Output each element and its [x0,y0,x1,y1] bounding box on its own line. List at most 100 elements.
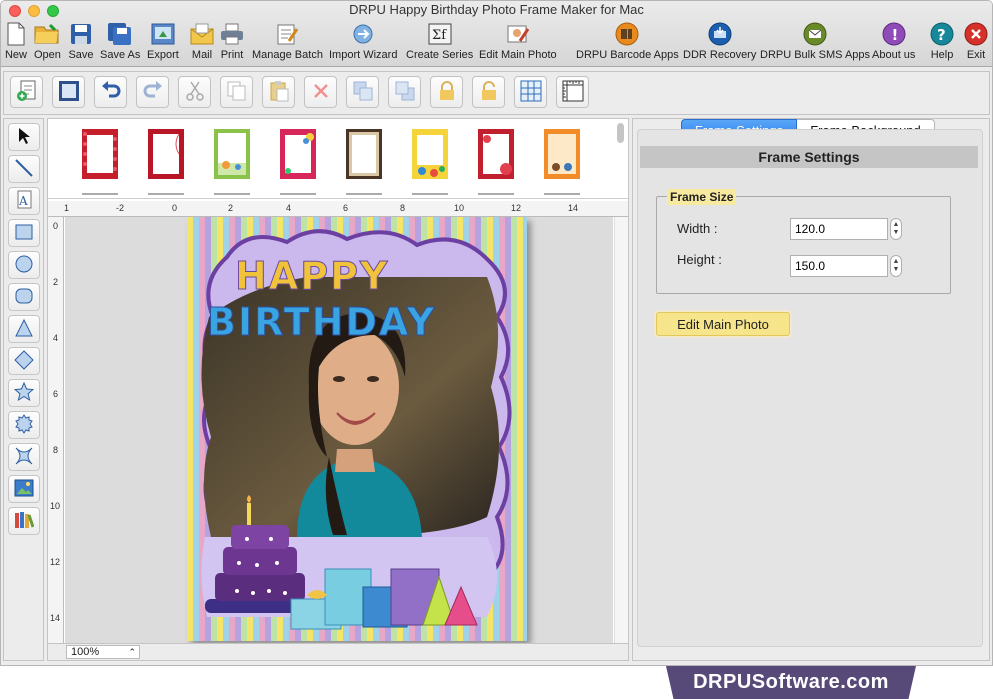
paste-button[interactable] [262,76,295,108]
frame-view-button[interactable] [52,76,85,108]
thumbnail-divider [412,193,448,195]
ellipse-tool[interactable] [8,251,40,279]
pointer-icon [16,127,32,148]
save-as-button[interactable]: Save As [100,21,140,65]
bulk-sms-apps-button[interactable]: DRPU Bulk SMS Apps [760,21,870,65]
ellipse-icon [14,254,34,277]
frame-icon [58,80,80,105]
frame-template-thumbnail[interactable] [544,129,580,179]
frame-template-thumbnail[interactable] [346,129,382,179]
rectangle-icon [14,222,34,245]
edit-main-photo-button[interactable]: Edit Main Photo [656,312,790,336]
app-window: DRPU Happy Birthday Photo Frame Maker fo… [0,0,993,666]
delete-button[interactable] [304,76,337,108]
diamond-tool[interactable] [8,347,40,375]
edit-main-photo-toolbar-button[interactable]: Edit Main Photo [479,21,557,65]
print-button[interactable]: Print [219,21,245,65]
cut-icon [184,80,206,105]
create-series-icon: Σf [427,21,453,47]
export-icon [150,21,176,47]
diamond-icon [14,349,34,373]
ddr-recovery-button[interactable]: DDR Recovery [683,21,756,65]
help-button[interactable]: ? Help [929,21,955,65]
create-series-button[interactable]: Σf Create Series [406,21,473,65]
chevron-down-icon: ▼ [892,229,900,236]
redo-button[interactable] [136,76,169,108]
frame-size-title: Frame Size [667,189,737,205]
open-button[interactable]: Open [34,21,61,65]
undo-icon [100,80,122,105]
lock-icon [436,80,458,105]
edit-photo-icon [505,21,531,47]
library-icon [14,510,35,533]
frame-template-thumbnail[interactable] [214,129,250,179]
chevron-up-icon: ▲ [892,258,900,265]
import-wizard-icon [350,21,376,47]
triangle-tool[interactable] [8,315,40,343]
unlock-button[interactable] [472,76,505,108]
bring-forward-icon [352,80,374,105]
concave-shape-tool[interactable] [8,443,40,471]
brand-banner[interactable]: DRPUSoftware.com [666,666,916,699]
thumbnail-divider [478,193,514,195]
drawing-tools-palette: A [3,118,44,661]
rectangle-tool[interactable] [8,219,40,247]
frame-template-thumbnail[interactable] [412,129,448,179]
exit-icon [963,21,989,47]
zoom-select[interactable]: 100% ⌃ [66,645,140,659]
width-input[interactable] [790,218,888,240]
library-tool[interactable] [8,507,40,535]
burst-tool[interactable] [8,411,40,439]
mail-button[interactable]: Mail [189,21,215,65]
manage-batch-button[interactable]: Manage Batch [252,21,323,65]
new-button[interactable]: New [3,21,29,65]
svg-text:?: ? [937,26,946,44]
save-button[interactable]: Save [68,21,94,65]
frame-template-thumbnail[interactable] [280,129,316,179]
frame-template-thumbnail[interactable] [148,129,184,179]
canvas-vertical-scrollbar[interactable] [614,217,628,643]
birthday-photo-frame[interactable]: HAPPY BIRTHDAY [187,217,527,641]
import-wizard-button[interactable]: Import Wizard [329,21,397,65]
height-input[interactable] [790,255,888,277]
export-button[interactable]: Export [147,21,179,65]
cut-button[interactable] [178,76,211,108]
barcode-apps-button[interactable]: DRPU Barcode Apps [576,21,679,65]
width-stepper[interactable]: ▲ ▼ [890,218,902,240]
help-icon: ? [929,21,955,47]
manage-batch-icon [274,21,300,47]
send-backward-icon [394,80,416,105]
copy-button[interactable] [220,76,253,108]
star-tool[interactable] [8,379,40,407]
line-icon [14,158,34,181]
height-label: Height : [677,252,722,267]
grid-icon [520,80,542,105]
thumbnail-scrollbar[interactable] [617,123,624,143]
chevron-up-icon: ▲ [892,221,900,228]
frame-template-thumbnail[interactable] [478,129,514,179]
bring-forward-button[interactable] [346,76,379,108]
select-tool[interactable] [8,123,40,151]
exit-button[interactable]: Exit [963,21,989,65]
ruler-button[interactable] [556,76,589,108]
edit-toolbar [3,71,990,115]
rounded-rectangle-tool[interactable] [8,283,40,311]
undo-button[interactable] [94,76,127,108]
send-backward-button[interactable] [388,76,421,108]
height-stepper[interactable]: ▲ ▼ [890,255,902,277]
copy-icon [226,80,248,105]
lock-button[interactable] [430,76,463,108]
image-tool[interactable] [8,475,40,503]
thumbnail-divider [544,193,580,195]
happy-text: HAPPY [235,254,389,298]
text-tool[interactable]: A [8,187,40,215]
about-icon: ! [881,21,907,47]
frame-template-thumbnail[interactable] [82,129,118,179]
frame-template-strip [48,119,628,199]
line-tool[interactable] [8,155,40,183]
window-title: DRPU Happy Birthday Photo Frame Maker fo… [349,2,644,17]
design-canvas[interactable]: HAPPY BIRTHDAY [65,217,613,643]
about-us-button[interactable]: ! About us [872,21,915,65]
add-object-button[interactable] [10,76,43,108]
grid-button[interactable] [514,76,547,108]
